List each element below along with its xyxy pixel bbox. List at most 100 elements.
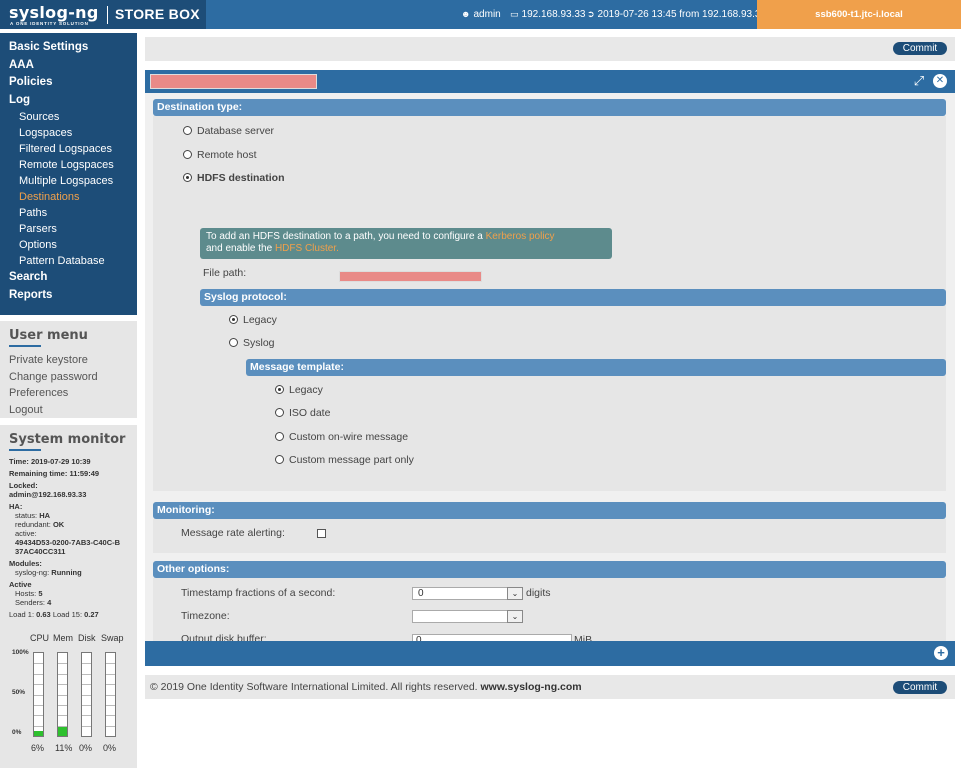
add-destination-bar: + bbox=[145, 641, 955, 666]
radio-hdfs-destination[interactable]: HDFS destination bbox=[183, 172, 285, 184]
nav-log-parsers[interactable]: Parsers bbox=[0, 221, 137, 237]
hostname-badge: ssb600-t1.jtc-i.local bbox=[757, 0, 961, 29]
add-icon[interactable]: + bbox=[934, 646, 948, 660]
radio-circle-selected[interactable] bbox=[183, 173, 192, 182]
bars-axis-0: 0% bbox=[12, 729, 22, 736]
main-navigation: Basic Settings AAA Policies Log Sources … bbox=[0, 33, 137, 315]
logo[interactable]: syslog-ng A ONE IDENTITY SOLUTION STORE … bbox=[0, 0, 206, 29]
radio-circle[interactable] bbox=[275, 455, 284, 464]
radio-template-iso-date[interactable]: ISO date bbox=[275, 407, 330, 419]
message-rate-alerting-checkbox[interactable] bbox=[317, 529, 326, 538]
nav-policies[interactable]: Policies bbox=[0, 74, 137, 92]
header-user[interactable]: ☻ admin bbox=[461, 9, 501, 20]
radio-circle-selected[interactable] bbox=[229, 315, 238, 324]
header-login-info: ➲ 2019-07-26 13:45 from 192.168.93.33 bbox=[587, 9, 767, 20]
user-menu: User menu Private keystore Change passwo… bbox=[0, 321, 137, 418]
radio-circle[interactable] bbox=[275, 432, 284, 441]
user-menu-private-keystore[interactable]: Private keystore bbox=[9, 352, 128, 369]
bars-axis-50: 50% bbox=[12, 689, 26, 696]
monitor-time: Time: 2019-07-29 10:39 bbox=[9, 457, 91, 466]
user-menu-underline bbox=[9, 345, 41, 347]
radio-template-custom-message-part[interactable]: Custom message part only bbox=[275, 454, 414, 466]
timestamp-fractions-select[interactable]: 0 ⌄ bbox=[412, 587, 523, 600]
chevron-down-icon[interactable]: ⌄ bbox=[507, 610, 523, 623]
top-commit-panel: Commit bbox=[145, 37, 955, 61]
commit-button-top[interactable]: Commit bbox=[893, 42, 947, 55]
radio-circle[interactable] bbox=[183, 150, 192, 159]
message-rate-alerting-label: Message rate alerting: bbox=[181, 527, 285, 539]
destination-panel: ⤢ ✕ Destination type: Database server Re… bbox=[145, 70, 955, 660]
nav-log-filtered-logspaces[interactable]: Filtered Logspaces bbox=[0, 141, 137, 157]
user-menu-logout[interactable]: Logout bbox=[9, 402, 128, 419]
file-path-input[interactable] bbox=[339, 271, 482, 282]
nav-log-pattern-database[interactable]: Pattern Database bbox=[0, 253, 137, 269]
bar-label-swap: Swap bbox=[101, 633, 124, 643]
monitor-hosts: Hosts: 5 bbox=[15, 589, 43, 598]
kerberos-policy-link[interactable]: Kerberos policy bbox=[486, 231, 555, 242]
system-monitor: System monitor Time: 2019-07-29 10:39 Re… bbox=[0, 425, 137, 768]
bar-pct-disk: 0% bbox=[79, 743, 93, 753]
nav-log-destinations[interactable]: Destinations bbox=[0, 189, 137, 205]
destination-name-input[interactable] bbox=[150, 74, 317, 89]
radio-protocol-legacy[interactable]: Legacy bbox=[229, 314, 277, 326]
bar-label-cpu: CPU bbox=[30, 633, 50, 643]
radio-template-custom-on-wire[interactable]: Custom on-wire message bbox=[275, 431, 408, 443]
nav-log[interactable]: Log bbox=[0, 92, 137, 110]
radio-template-legacy[interactable]: Legacy bbox=[275, 384, 323, 396]
resource-bars: 100% 50% 0% CPU 6% Mem 11% Disk 0% Swap 0% bbox=[9, 633, 134, 753]
monitor-modules: Modules: bbox=[9, 559, 42, 568]
monitor-ha-status: status: HA bbox=[15, 511, 51, 520]
top-header: syslog-ng A ONE IDENTITY SOLUTION STORE … bbox=[0, 0, 961, 29]
nav-log-logspaces[interactable]: Logspaces bbox=[0, 125, 137, 141]
nav-search[interactable]: Search bbox=[0, 269, 137, 287]
collapse-icon[interactable]: ⤢ bbox=[912, 74, 926, 88]
nav-log-options[interactable]: Options bbox=[0, 237, 137, 253]
bar-swap bbox=[105, 652, 116, 737]
nav-log-remote-logspaces[interactable]: Remote Logspaces bbox=[0, 157, 137, 173]
timezone-label: Timezone: bbox=[181, 610, 230, 622]
monitor-active: Active bbox=[9, 580, 32, 589]
radio-circle[interactable] bbox=[229, 338, 238, 347]
chevron-down-icon[interactable]: ⌄ bbox=[507, 587, 523, 600]
logo-separator bbox=[107, 6, 108, 24]
nav-basic-settings[interactable]: Basic Settings bbox=[0, 39, 137, 57]
site-link[interactable]: www.syslog-ng.com bbox=[481, 681, 582, 693]
hdfs-info-note: To add an HDFS destination to a path, yo… bbox=[200, 228, 612, 259]
destination-type-header: Destination type: bbox=[153, 99, 946, 116]
radio-circle-selected[interactable] bbox=[275, 385, 284, 394]
user-menu-preferences[interactable]: Preferences bbox=[9, 385, 128, 402]
radio-circle[interactable] bbox=[275, 408, 284, 417]
hdfs-cluster-link[interactable]: HDFS Cluster. bbox=[275, 243, 339, 254]
message-template-header: Message template: bbox=[246, 359, 946, 376]
radio-circle[interactable] bbox=[183, 126, 192, 135]
monitor-ha-redundant: redundant: OK bbox=[15, 520, 65, 529]
bar-label-disk: Disk bbox=[78, 633, 96, 643]
bar-fill-cpu bbox=[34, 731, 43, 736]
radio-database-server[interactable]: Database server bbox=[183, 125, 274, 137]
file-path-label: File path: bbox=[203, 267, 247, 279]
nav-reports[interactable]: Reports bbox=[0, 287, 137, 305]
bar-disk bbox=[81, 652, 92, 737]
login-icon: ➲ bbox=[587, 9, 595, 19]
monitor-ha-active: active: bbox=[15, 529, 37, 538]
nav-log-sources[interactable]: Sources bbox=[0, 109, 137, 125]
monitor-load: Load 1: 0.63 Load 15: 0.27 bbox=[9, 610, 99, 619]
system-monitor-title: System monitor bbox=[9, 432, 126, 447]
product-name: STORE BOX bbox=[115, 6, 200, 22]
bar-fill-mem bbox=[58, 726, 67, 736]
brand-name: syslog-ng bbox=[9, 3, 99, 22]
bar-pct-mem: 11% bbox=[55, 743, 73, 753]
nav-aaa[interactable]: AAA bbox=[0, 57, 137, 75]
radio-remote-host[interactable]: Remote host bbox=[183, 149, 257, 161]
other-options-header: Other options: bbox=[153, 561, 946, 578]
monitor-remaining: Remaining time: 11:59:49 bbox=[9, 469, 100, 478]
commit-button-bottom[interactable]: Commit bbox=[893, 681, 947, 694]
monitor-locked: Locked: bbox=[9, 481, 38, 490]
nav-log-multiple-logspaces[interactable]: Multiple Logspaces bbox=[0, 173, 137, 189]
timezone-select[interactable]: ⌄ bbox=[412, 610, 523, 623]
monitor-locked-by: admin@192.168.93.33 bbox=[9, 490, 87, 499]
close-icon[interactable]: ✕ bbox=[933, 74, 947, 88]
nav-log-paths[interactable]: Paths bbox=[0, 205, 137, 221]
user-menu-change-password[interactable]: Change password bbox=[9, 369, 128, 386]
radio-protocol-syslog[interactable]: Syslog bbox=[229, 337, 275, 349]
